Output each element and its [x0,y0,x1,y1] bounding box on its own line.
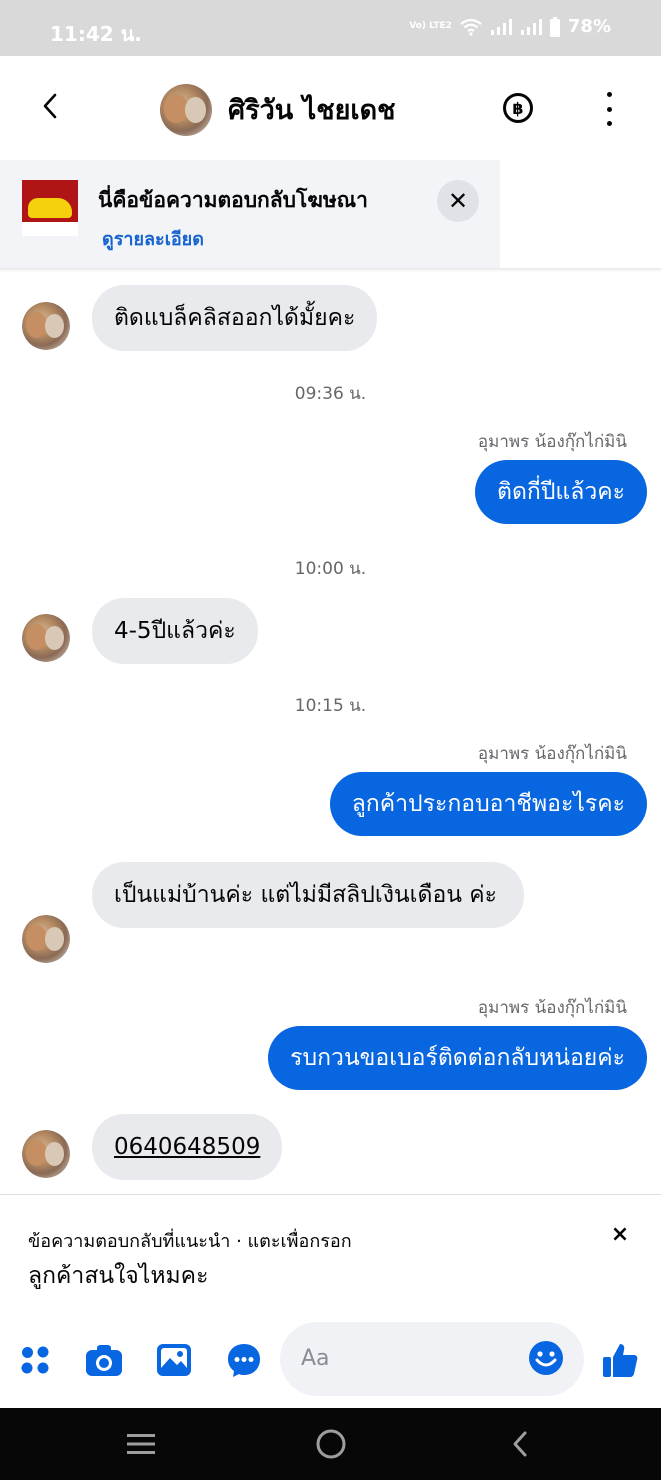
recents-icon[interactable] [121,1426,161,1462]
ad-details-link[interactable]: ดูรายละเอียด [102,224,204,253]
message-timestamp: 09:36 น. [294,384,367,404]
gallery-icon[interactable] [154,1340,194,1380]
baht-icon[interactable]: ฿ [503,93,533,123]
phone-number-link[interactable]: 0640648509 [114,1134,260,1160]
message-incoming[interactable]: ติดแบล็คลิสออกได้มั้ยคะ [92,285,378,351]
message-incoming[interactable]: 0640648509 [92,1114,283,1180]
contact-name[interactable]: ศิริวัน ไชยเดช [228,88,395,131]
message-outgoing[interactable]: รบกวนขอเบอร์ติดต่อกลับหน่อยค่ะ [268,1026,647,1090]
avatar[interactable] [22,614,70,662]
back-button[interactable] [30,86,70,126]
signal-icon [520,18,542,35]
camera-icon[interactable] [84,1340,124,1380]
signal-icon [490,18,512,35]
network-label: Vo) LTE2 [409,21,452,31]
ad-thumbnail [22,180,78,236]
message-outgoing[interactable]: ลูกค้าประกอบอาชีพอะไรคะ [329,772,647,836]
suggested-reply-text[interactable]: ลูกค้าสนใจไหมคะ [28,1258,208,1294]
header-shadow [0,268,661,272]
home-icon[interactable] [311,1426,351,1462]
message-timestamp: 10:15 น. [294,696,367,716]
avatar [160,84,212,136]
message-timestamp: 10:00 น. [294,559,367,579]
sender-name: อุมาพร น้องกุ๊กไก่มินิ [477,432,627,452]
message-composer: Aa [0,1322,661,1402]
thumbs-up-icon[interactable] [600,1340,640,1380]
contact-avatar[interactable] [160,84,212,136]
emoji-icon[interactable] [528,1340,564,1380]
more-vertical-icon[interactable] [596,92,622,126]
divider [0,1194,661,1195]
conversation-header: ศิริวัน ไชยเดช ฿ [0,56,661,160]
status-time: 11:42 น. [50,22,142,46]
apps-grid-icon[interactable] [15,1340,55,1380]
message-incoming[interactable]: เป็นแม่บ้านค่ะ แต่ไม่มีสลิปเงินเดือน ค่ะ [92,862,524,928]
suggested-reply-label: ข้อความตอบกลับที่แนะนำ · แตะเพื่อกรอก [28,1231,352,1252]
close-icon[interactable]: ✕ [437,180,479,222]
avatar[interactable] [22,1130,70,1178]
message-input-placeholder: Aa [301,1346,330,1371]
avatar[interactable] [22,302,70,350]
ad-banner-title: นี่คือข้อความตอบกลับโฆษณา [98,188,368,212]
system-navigation-bar [0,1408,661,1480]
status-bar: 11:42 น. Vo) LTE2 78% [0,0,661,56]
ad-reply-banner[interactable]: นี่คือข้อความตอบกลับโฆษณา ดูรายละเอียด ✕ [0,160,500,268]
status-icons: Vo) LTE2 78% [409,16,611,37]
chat-bubble-icon[interactable] [224,1340,264,1380]
sender-name: อุมาพร น้องกุ๊กไก่มินิ [477,998,627,1018]
close-icon[interactable]: × [608,1222,632,1247]
battery-icon [549,16,560,37]
message-input[interactable]: Aa [280,1322,584,1396]
avatar[interactable] [22,915,70,963]
back-arrow-icon [43,93,57,119]
sender-name: อุมาพร น้องกุ๊กไก่มินิ [477,744,627,764]
wifi-icon [460,18,482,36]
back-icon[interactable] [500,1426,540,1462]
battery-percent: 78% [567,16,611,37]
message-incoming[interactable]: 4-5ปีแล้วค่ะ [92,598,258,664]
message-outgoing[interactable]: ติดกี่ปีแล้วคะ [475,460,647,524]
